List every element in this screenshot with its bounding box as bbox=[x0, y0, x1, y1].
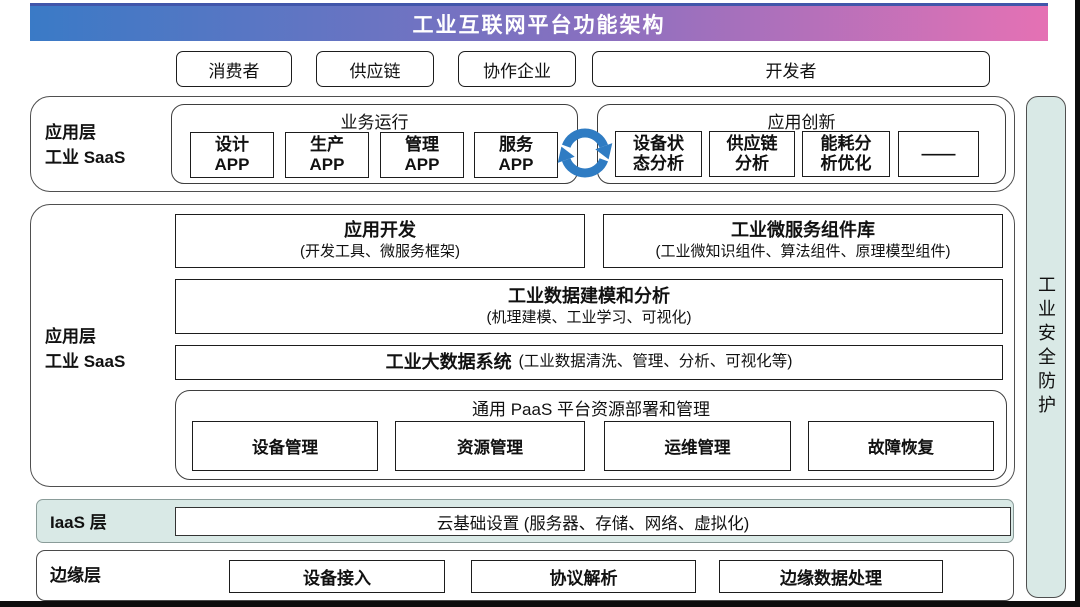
box-subtitle: (开发工具、微服务框架) bbox=[300, 242, 460, 262]
page-title: 工业互联网平台功能架构 bbox=[413, 9, 666, 39]
box-subtitle: (工业微知识组件、算法组件、原理模型组件) bbox=[656, 242, 951, 262]
big-data-system-box: 工业大数据系统 (工业数据清洗、管理、分析、可视化等) bbox=[175, 345, 1003, 380]
saas-layer-label-line1: 应用层 bbox=[45, 121, 125, 146]
box-label: 态分析 bbox=[633, 154, 684, 174]
placeholder-dash-box: —— bbox=[898, 131, 979, 177]
edge-layer-label: 边缘层 bbox=[50, 564, 101, 589]
box-title: 工业大数据系统 bbox=[386, 352, 512, 374]
actor-developer: 开发者 bbox=[592, 51, 990, 87]
box-label: —— bbox=[922, 144, 956, 164]
box-title: 应用开发 bbox=[344, 220, 416, 242]
device-management-box: 设备管理 bbox=[192, 421, 378, 471]
operations-management-box: 运维管理 bbox=[604, 421, 791, 471]
fault-recovery-box: 故障恢复 bbox=[808, 421, 994, 471]
box-label: 设备管理 bbox=[252, 434, 318, 458]
protocol-parsing-box: 协议解析 bbox=[471, 560, 696, 593]
box-label: 云基础设置 (服务器、存储、网络、虚拟化) bbox=[437, 510, 750, 534]
app-innovation-title: 应用创新 bbox=[598, 108, 1005, 133]
actor-label: 协作企业 bbox=[483, 57, 551, 82]
box-label: 服务 bbox=[499, 135, 533, 155]
frame-line-right bbox=[1075, 0, 1080, 607]
device-access-box: 设备接入 bbox=[229, 560, 445, 593]
management-app-box: 管理 APP bbox=[380, 132, 464, 178]
iaas-layer-row: IaaS 层 云基础设置 (服务器、存储、网络、虚拟化) bbox=[36, 499, 1014, 543]
actor-label: 开发者 bbox=[766, 57, 817, 82]
platform-layer-label: 应用层 工业 SaaS bbox=[45, 325, 125, 374]
box-label: 资源管理 bbox=[457, 434, 523, 458]
box-label: 能耗分 bbox=[821, 134, 872, 154]
saas-layer-label-line2: 工业 SaaS bbox=[45, 146, 125, 171]
saas-layer-label: 应用层 工业 SaaS bbox=[45, 121, 125, 170]
box-label: 生产 bbox=[310, 135, 344, 155]
industrial-security-label: 工业安全防护 bbox=[1033, 275, 1059, 419]
production-app-box: 生产 APP bbox=[285, 132, 369, 178]
app-development-box: 应用开发 (开发工具、微服务框架) bbox=[175, 214, 585, 268]
business-operation-title: 业务运行 bbox=[172, 108, 577, 133]
supply-chain-analysis-box: 供应链 分析 bbox=[709, 131, 795, 177]
box-label: APP bbox=[405, 155, 440, 175]
actor-supply-chain: 供应链 bbox=[316, 51, 434, 87]
saas-layer-section: 应用层 工业 SaaS 业务运行 设计 APP 生产 APP 管理 APP 服务… bbox=[30, 96, 1015, 192]
actor-label: 供应链 bbox=[350, 57, 401, 82]
design-app-box: 设计 APP bbox=[190, 132, 274, 178]
paas-resource-management-group: 通用 PaaS 平台资源部署和管理 设备管理 资源管理 运维管理 故障恢复 bbox=[175, 390, 1007, 480]
box-label: APP bbox=[499, 155, 534, 175]
business-operation-group: 业务运行 设计 APP 生产 APP 管理 APP 服务 APP bbox=[171, 104, 578, 184]
box-label: 边缘数据处理 bbox=[780, 564, 882, 589]
box-subtitle: (工业数据清洗、管理、分析、可视化等) bbox=[519, 352, 793, 372]
box-label: 故障恢复 bbox=[868, 434, 934, 458]
cloud-infrastructure-box: 云基础设置 (服务器、存储、网络、虚拟化) bbox=[175, 507, 1011, 536]
box-label: 供应链 bbox=[727, 134, 778, 154]
box-label: 设计 bbox=[215, 135, 249, 155]
platform-layer-label-line2: 工业 SaaS bbox=[45, 350, 125, 375]
actor-collaborating-enterprise: 协作企业 bbox=[458, 51, 576, 87]
iaas-layer-label: IaaS 层 bbox=[50, 511, 107, 536]
box-label: 运维管理 bbox=[665, 434, 731, 458]
box-title: 工业微服务组件库 bbox=[731, 220, 875, 242]
sync-icon bbox=[553, 124, 617, 182]
box-label: APP bbox=[310, 155, 345, 175]
paas-resource-management-title: 通用 PaaS 平台资源部署和管理 bbox=[176, 395, 1006, 420]
industrial-security-bar: 工业安全防护 bbox=[1026, 96, 1066, 598]
device-status-analysis-box: 设备状 态分析 bbox=[615, 131, 702, 177]
title-banner: 工业互联网平台功能架构 bbox=[30, 3, 1048, 41]
service-app-box: 服务 APP bbox=[474, 132, 558, 178]
box-label: 协议解析 bbox=[550, 564, 618, 589]
actor-label: 消费者 bbox=[209, 57, 260, 82]
microservice-library-box: 工业微服务组件库 (工业微知识组件、算法组件、原理模型组件) bbox=[603, 214, 1003, 268]
box-title: 工业数据建模和分析 bbox=[508, 286, 670, 308]
box-label: 设备状 bbox=[633, 134, 684, 154]
actor-consumer: 消费者 bbox=[176, 51, 292, 87]
box-label: 管理 bbox=[405, 135, 439, 155]
box-label: 分析 bbox=[735, 154, 769, 174]
frame-line-bottom bbox=[0, 601, 1080, 607]
data-modeling-box: 工业数据建模和分析 (机理建模、工业学习、可视化) bbox=[175, 279, 1003, 334]
edge-data-processing-box: 边缘数据处理 bbox=[719, 560, 943, 593]
platform-layer-section: 应用层 工业 SaaS 应用开发 (开发工具、微服务框架) 工业微服务组件库 (… bbox=[30, 204, 1015, 487]
box-label: 设备接入 bbox=[303, 564, 371, 589]
box-label: 析优化 bbox=[821, 154, 872, 174]
platform-layer-label-line1: 应用层 bbox=[45, 325, 125, 350]
box-subtitle: (机理建模、工业学习、可视化) bbox=[487, 308, 692, 328]
architecture-diagram: 工业互联网平台功能架构 消费者 供应链 协作企业 开发者 应用层 工业 SaaS… bbox=[0, 0, 1080, 607]
box-label: APP bbox=[215, 155, 250, 175]
energy-analysis-box: 能耗分 析优化 bbox=[802, 131, 890, 177]
resource-management-box: 资源管理 bbox=[395, 421, 585, 471]
app-innovation-group: 应用创新 设备状 态分析 供应链 分析 能耗分 析优化 —— bbox=[597, 104, 1006, 184]
edge-layer-row: 边缘层 设备接入 协议解析 边缘数据处理 bbox=[36, 550, 1014, 601]
